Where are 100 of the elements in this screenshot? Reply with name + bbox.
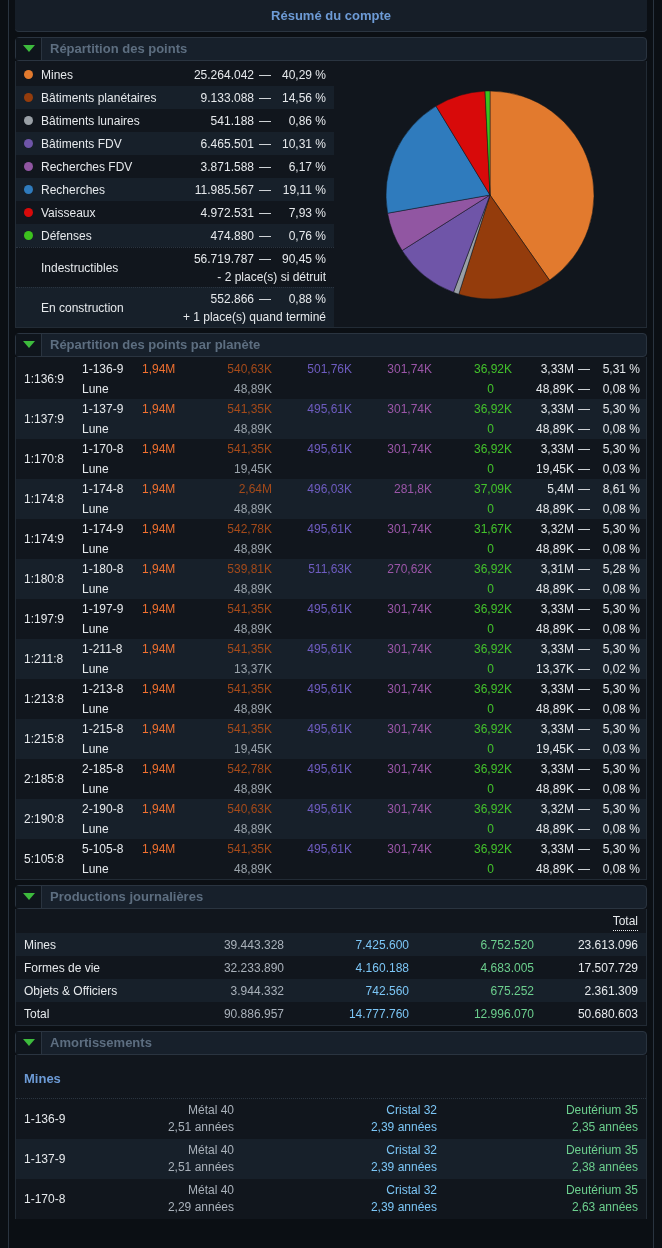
crystal-payback: 2,39 années [370,1159,437,1176]
percent-value: 0,08 % [601,580,640,598]
moon-name: Lune [82,420,110,438]
mines-points: 1,94M [142,560,177,578]
moon-buildings-points: 48,89K [232,580,272,598]
moon-buildings-points: 19,45K [232,460,272,478]
defense-points: 36,92K [472,360,512,378]
percent-value: 0,08 % [601,500,640,518]
dash: — [259,250,271,268]
lifeform-research-points: 301,74K [386,440,432,458]
deuterium-payback: 2,35 années [571,1119,638,1136]
defense-points: 36,92K [472,560,512,578]
percent-value: 0,02 % [601,660,640,678]
planet-name: 1-170-8 [24,1190,67,1208]
summary-label: Indestructibles [41,259,120,277]
category-label: Recherches FDV [41,158,134,176]
moon-buildings-points: 48,89K [232,820,272,838]
dash: — [577,500,591,518]
section-header[interactable]: Amortissements [15,1031,647,1055]
moon-name: Lune [82,700,110,718]
percent-value: 5,30 % [601,440,640,458]
total-points: 48,89K [534,700,574,718]
dash: — [259,135,271,153]
section-header[interactable]: Répartition des points [15,37,647,61]
dash: — [259,158,271,176]
coordinates: 1:180:8 [24,570,66,588]
coordinates: 1:174:8 [24,490,66,508]
dash: — [577,780,591,798]
percent-value: 6,17 % [287,158,326,176]
metal-value: 90.886.957 [222,1005,284,1023]
total-points: 3,33M [539,400,574,418]
planet-name: 1-215-8 [82,720,125,738]
deuterium-payback: 2,63 années [571,1199,638,1216]
coordinates: 2:190:8 [24,810,66,828]
section-header[interactable]: Répartition des points par planète [15,333,647,357]
section-title: Répartition des points [50,40,188,59]
percent-value: 5,30 % [601,520,640,538]
mines-points: 1,94M [142,640,177,658]
mines-points: 1,94M [142,480,177,498]
moon-name: Lune [82,460,110,478]
lifeform-buildings-points: 495,61K [306,400,352,418]
lifeform-buildings-points: 495,61K [306,440,352,458]
total-points: 5,4M [546,480,574,498]
lifeform-research-points: 301,74K [386,400,432,418]
total-points: 48,89K [534,820,574,838]
percent-value: 10,31 % [280,135,326,153]
lifeform-buildings-points: 495,61K [306,840,352,858]
percent-value: 5,28 % [601,560,640,578]
lifeform-buildings-points: 495,61K [306,800,352,818]
dash: — [577,480,591,498]
mines-points: 1,94M [142,720,177,738]
planet-name: 1-136-9 [24,1110,67,1128]
dash: — [577,400,591,418]
metal-value: 32.233.890 [222,959,284,977]
points-value: 56.719.787 [193,250,254,268]
points-value: 9.133.088 [200,89,254,107]
moon-buildings-points: 48,89K [232,540,272,558]
defense-points: 36,92K [472,600,512,618]
planet-name: 2-190-8 [82,800,125,818]
percent-value: 0,08 % [601,860,640,878]
buildings-points: 541,35K [226,640,272,658]
total-value: 50.680.603 [576,1005,638,1023]
mines-points: 1,94M [142,680,177,698]
moon-buildings-points: 48,89K [232,700,272,718]
percent-value: 5,30 % [601,760,640,778]
moon-defense-points: 0 [486,420,495,438]
moon-defense-points: 0 [486,540,495,558]
buildings-points: 542,78K [226,760,272,778]
dash: — [577,700,591,718]
points-value: 6.465.501 [200,135,254,153]
planet-name: 1-180-8 [82,560,125,578]
coordinates: 2:185:8 [24,770,66,788]
coordinates: 1:197:9 [24,610,66,628]
percent-value: 0,08 % [601,540,640,558]
mines-points: 1,94M [142,840,177,858]
category-label: Recherches [41,181,107,199]
defense-points: 36,92K [472,840,512,858]
percent-value: 0,88 % [287,290,326,308]
percent-value: 5,30 % [601,600,640,618]
dash: — [577,380,591,398]
crystal-level: Cristal 32 [386,1182,437,1199]
defense-points: 36,92K [472,440,512,458]
mines-points: 1,94M [142,440,177,458]
moon-buildings-points: 48,89K [232,420,272,438]
category-label: Bâtiments lunaires [41,112,141,130]
moon-name: Lune [82,820,110,838]
section-header[interactable]: Productions journalières [15,885,647,909]
lifeform-buildings-points: 511,63K [307,560,352,578]
summary-note: - 2 place(s) si détruit [217,268,326,286]
buildings-points: 541,35K [226,600,272,618]
moon-defense-points: 0 [486,620,495,638]
points-value: 552.866 [210,290,254,308]
percent-value: 0,03 % [601,460,640,478]
mines-points: 1,94M [142,400,177,418]
points-value: 4.972.531 [200,204,254,222]
dash: — [577,660,591,678]
buildings-points: 541,35K [226,720,272,738]
dash: — [577,560,591,578]
window-title: Résumé du compte [271,6,391,25]
defense-points: 36,92K [472,800,512,818]
